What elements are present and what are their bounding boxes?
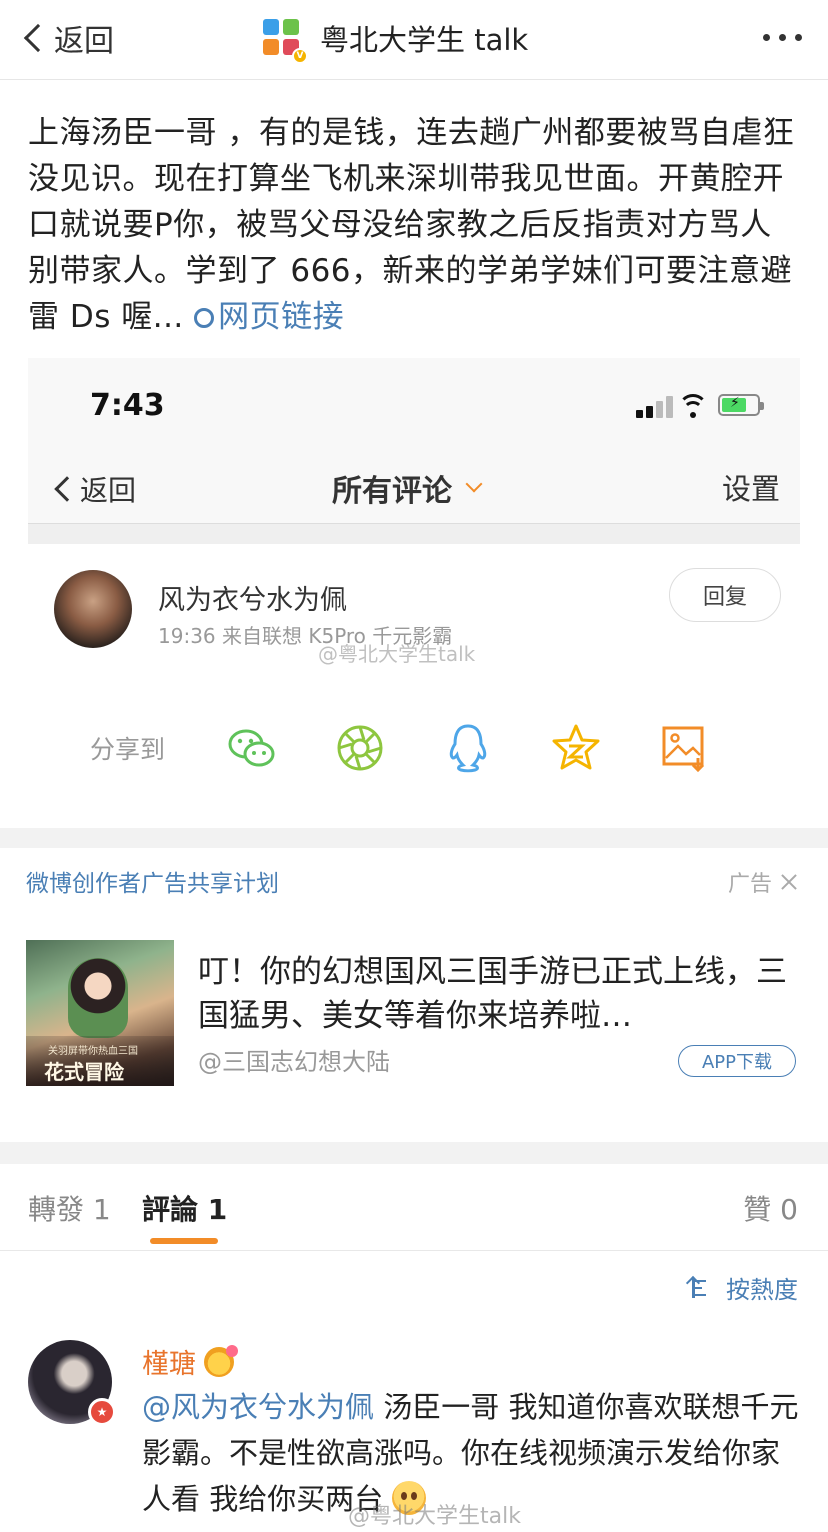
qzone-icon	[552, 724, 600, 770]
screenshot-back-label: 返回	[80, 474, 137, 507]
web-link-label: 网页链接	[218, 299, 345, 335]
ad-source[interactable]: @三国志幻想大陆	[198, 1042, 390, 1077]
app-download-button[interactable]: APP下载	[678, 1045, 796, 1077]
account-header[interactable]: V 粤北大学生 talk	[262, 14, 529, 64]
qq-icon	[449, 724, 487, 773]
battery-icon: ⚡	[718, 394, 764, 416]
moments-icon	[337, 725, 383, 771]
section-divider	[0, 1142, 828, 1164]
more-options-icon[interactable]	[763, 22, 802, 52]
member-badge-icon: ★	[88, 1398, 116, 1426]
ad-title[interactable]: 叮！你的幻想国风三国手游已正式上线，三国猛男、美女等着你来培养啦…	[198, 950, 798, 1038]
ad-close-button[interactable]: 广告	[728, 866, 798, 898]
chevron-down-icon	[465, 475, 483, 493]
sort-button[interactable]: 按熱度	[692, 1270, 798, 1305]
account-name: 粤北大学生 talk	[320, 23, 529, 57]
post-body: 上海汤臣一哥 ，有的是钱，连去趟广州都要被骂自虐狂没见识。现在打算坐飞机来深圳带…	[28, 115, 795, 335]
chevron-left-icon	[23, 23, 53, 53]
sort-icon	[692, 1277, 718, 1298]
screenshot-status-bar: 7:43 ⚡	[28, 358, 800, 454]
screenshot-comment-author: 风为衣兮水为佩	[158, 585, 347, 616]
sort-label: 按熱度	[726, 1276, 798, 1304]
divider	[0, 1250, 828, 1251]
back-button[interactable]: 返回	[18, 14, 114, 62]
ad-image-caption: 关羽屏带你热血三国	[48, 1046, 138, 1057]
screenshot-reply-button: 回复	[669, 568, 781, 622]
tab-like[interactable]: 贊 0	[743, 1188, 798, 1228]
divider	[28, 524, 800, 544]
verified-badge-icon: V	[292, 48, 308, 64]
embedded-screenshot[interactable]: 7:43 ⚡ 返回 所有评论 设置 风为衣兮水为佩 19:36 来自联想 K5P…	[28, 358, 800, 818]
link-icon	[190, 303, 219, 333]
back-label: 返回	[54, 24, 114, 59]
watermark: @粤北大学生talk	[318, 642, 476, 666]
screenshot-title: 所有评论	[332, 464, 483, 512]
account-avatar[interactable]: V	[262, 18, 308, 64]
ad-program-link[interactable]: 微博创作者广告共享计划	[26, 864, 279, 898]
save-image-icon	[662, 726, 705, 773]
mention-link[interactable]: @风为衣兮水为佩	[142, 1390, 374, 1424]
ad-image-title: 花式冒险	[44, 1060, 124, 1084]
wifi-icon	[678, 394, 708, 418]
chevron-left-icon	[54, 476, 80, 502]
close-icon	[780, 873, 798, 891]
top-nav-bar: 返回 V 粤北大学生 talk	[0, 0, 828, 80]
commenter-name-text: 槿瑭	[142, 1349, 196, 1380]
post-text: 上海汤臣一哥 ，有的是钱，连去趟广州都要被骂自虐狂没见识。现在打算坐飞机来深圳带…	[28, 110, 800, 340]
ad-tag-label: 广告	[727, 872, 772, 897]
screenshot-settings: 设置	[721, 472, 780, 506]
ad-image[interactable]: 关羽屏带你热血三国 花式冒险	[26, 940, 174, 1086]
tab-comment[interactable]: 評論 1	[142, 1188, 227, 1228]
section-divider	[0, 828, 828, 848]
web-link[interactable]: 网页链接	[190, 299, 345, 335]
share-row: 分享到	[28, 712, 800, 784]
fan-medal-icon	[204, 1344, 238, 1377]
commenter-name[interactable]: 槿瑭	[142, 1342, 238, 1381]
screenshot-title-text: 所有评论	[332, 474, 452, 509]
share-label: 分享到	[90, 735, 166, 764]
screenshot-back-button: 返回	[50, 466, 136, 512]
screenshot-nav-bar: 返回 所有评论 设置	[28, 454, 800, 524]
active-tab-indicator	[150, 1238, 218, 1244]
wechat-icon	[228, 729, 275, 767]
status-time: 7:43	[90, 388, 165, 423]
signal-icon	[636, 396, 676, 418]
avatar	[54, 570, 132, 648]
watermark: @粤北大学生talk	[348, 1504, 521, 1529]
tab-repost[interactable]: 轉發 1	[28, 1188, 111, 1228]
